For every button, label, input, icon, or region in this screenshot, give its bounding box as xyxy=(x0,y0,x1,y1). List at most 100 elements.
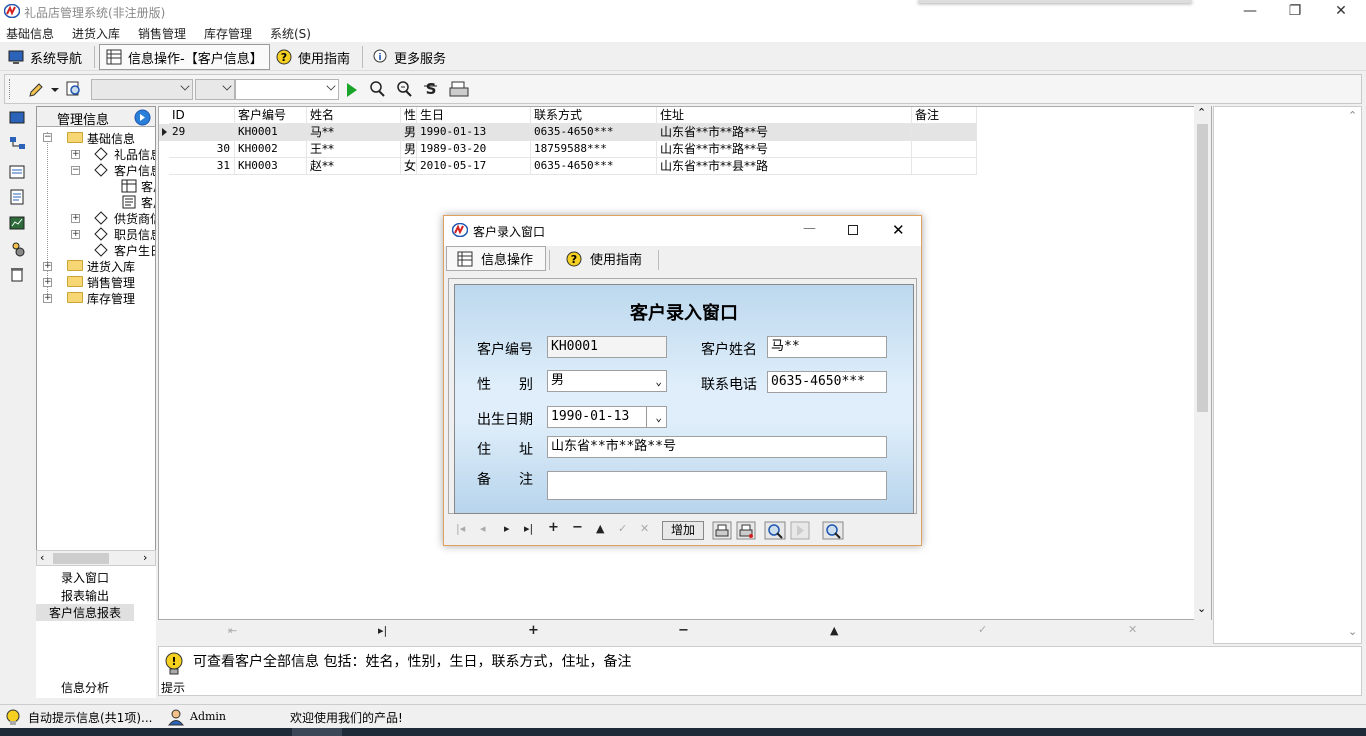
taskbar-item[interactable] xyxy=(292,728,342,736)
tree-node-sales[interactable]: 销售管理 xyxy=(87,274,135,291)
tree-expand-toggle[interactable]: + xyxy=(43,262,52,271)
cell-name[interactable]: 王** xyxy=(307,141,401,158)
code-field[interactable]: KH0001 xyxy=(547,336,667,358)
post-record-icon[interactable]: ✓ xyxy=(978,623,987,636)
cell-birthday[interactable]: 2010-05-17 xyxy=(417,158,531,175)
cell-id[interactable]: 31 xyxy=(169,158,235,175)
dialog-maximize-button[interactable] xyxy=(848,225,858,235)
edit-record-icon[interactable]: ▲ xyxy=(596,522,604,535)
name-field[interactable]: 马** xyxy=(767,336,887,358)
tree-node-basic-info[interactable]: 基础信息 xyxy=(87,130,135,147)
tree-expand-toggle[interactable]: + xyxy=(43,278,52,287)
tree-node-staff[interactable]: 职员信息 xyxy=(114,226,155,243)
add-button[interactable]: 增加 xyxy=(662,521,704,540)
chart-icon[interactable] xyxy=(9,215,25,231)
gender-select[interactable]: 男 ⌄ xyxy=(547,370,667,392)
cell-name[interactable]: 赵** xyxy=(307,158,401,175)
scroll-up-icon[interactable]: ⌃ xyxy=(1197,106,1206,119)
scroll-down-icon[interactable]: ⌄ xyxy=(1197,602,1206,615)
prior-record-icon[interactable]: ◂ xyxy=(480,522,486,535)
cell-note[interactable] xyxy=(912,158,977,175)
column-header-gender[interactable]: 性 xyxy=(401,107,417,124)
tree-node-gift-info[interactable]: 礼品信息 xyxy=(114,146,155,163)
dialog-close-button[interactable]: ✕ xyxy=(892,221,905,239)
next-record-icon[interactable]: ▸ xyxy=(504,522,510,535)
list-item-customer-report[interactable]: 客户信息报表 xyxy=(36,604,134,621)
add-record-icon[interactable]: + xyxy=(548,520,559,535)
scroll-up-icon[interactable]: ⌃ xyxy=(1348,109,1357,122)
delete-record-icon[interactable]: − xyxy=(678,623,689,638)
column-header-contact[interactable]: 联系方式 xyxy=(531,107,657,124)
field-select[interactable] xyxy=(91,79,193,100)
operator-select[interactable] xyxy=(195,79,235,100)
tree-horizontal-scrollbar[interactable]: ‹ › xyxy=(36,550,156,566)
printer-icon[interactable] xyxy=(449,79,471,99)
menu-basic-info[interactable]: 基础信息 xyxy=(6,25,54,42)
cell-gender[interactable]: 女 xyxy=(401,158,417,175)
post-record-icon[interactable]: ✓ xyxy=(618,522,627,535)
cell-code[interactable]: KH0003 xyxy=(235,158,307,175)
cell-id[interactable]: 29 xyxy=(169,124,235,141)
cell-code[interactable]: KH0002 xyxy=(235,141,307,158)
cell-contact[interactable]: 18759588*** xyxy=(531,141,657,158)
cell-address[interactable]: 山东省**市**县**路 xyxy=(657,158,912,175)
column-header-birthday[interactable]: 生日 xyxy=(417,107,531,124)
dropdown-arrow-icon[interactable] xyxy=(51,88,59,92)
find-all-icon[interactable] xyxy=(394,79,414,99)
cell-name[interactable]: 马** xyxy=(307,124,401,141)
add-record-icon[interactable]: + xyxy=(528,623,539,638)
tab-info-op[interactable]: 信息操作 xyxy=(446,246,546,271)
note-textarea[interactable] xyxy=(547,471,887,500)
document-icon[interactable] xyxy=(9,189,25,205)
column-header-address[interactable]: 住址 xyxy=(657,107,912,124)
zoom-icon[interactable] xyxy=(822,521,844,540)
cell-note[interactable] xyxy=(912,141,977,158)
scroll-left-icon[interactable]: ‹ xyxy=(40,551,44,564)
scroll-down-icon[interactable]: ⌄ xyxy=(1348,625,1357,638)
menu-purchase[interactable]: 进货入库 xyxy=(72,25,120,42)
edit-record-icon[interactable]: ▲ xyxy=(830,624,838,637)
tree-node-inventory[interactable]: 库存管理 xyxy=(87,290,135,307)
scroll-right-icon[interactable]: › xyxy=(143,551,147,564)
last-record-icon[interactable]: ▸| xyxy=(524,522,533,535)
tree-expand-toggle[interactable]: + xyxy=(71,214,80,223)
tab-guide[interactable]: ? 使用指南 xyxy=(556,246,652,271)
info-analysis-label[interactable]: 信息分析 xyxy=(36,679,134,696)
column-header-name[interactable]: 姓名 xyxy=(307,107,401,124)
screen-icon[interactable] xyxy=(9,110,25,126)
tree-collapse-toggle[interactable]: − xyxy=(43,133,52,142)
delete-record-icon[interactable]: − xyxy=(572,520,583,535)
settings-people-icon[interactable] xyxy=(9,240,27,258)
list-icon[interactable] xyxy=(9,164,25,180)
scroll-thumb[interactable] xyxy=(53,553,109,564)
restore-button[interactable]: ❐ xyxy=(1272,0,1318,23)
search-icon[interactable] xyxy=(764,521,786,540)
tree-node-customer-info[interactable]: 客户信息 xyxy=(114,162,155,179)
column-header-note[interactable]: 备注 xyxy=(912,107,977,124)
cell-gender[interactable]: 男 xyxy=(401,141,417,158)
tree-expand-toggle[interactable]: + xyxy=(71,150,80,159)
tree-node-customer-report[interactable]: 客户信息报表 xyxy=(141,194,155,211)
tree-node-customer-entry[interactable]: 客户信息录入 xyxy=(141,178,155,195)
grid-vertical-scrollbar[interactable]: ⌃ ⌄ xyxy=(1194,106,1211,620)
first-record-icon[interactable]: |◂ xyxy=(456,522,465,535)
column-header-id[interactable]: ID xyxy=(169,107,235,124)
tree-structure-icon[interactable] xyxy=(9,136,27,154)
first-record-icon[interactable]: ⇤ xyxy=(228,624,237,637)
find-person-icon[interactable] xyxy=(367,79,387,99)
cell-contact[interactable]: 0635-4650*** xyxy=(531,158,657,175)
pencil-icon[interactable] xyxy=(27,81,45,99)
menu-inventory[interactable]: 库存管理 xyxy=(204,25,252,42)
cell-address[interactable]: 山东省**市**路**号 xyxy=(657,124,912,141)
close-button[interactable]: ✕ xyxy=(1318,0,1364,23)
cell-code[interactable]: KH0001 xyxy=(235,124,307,141)
auto-hint-text[interactable]: 自动提示信息(共1项)... xyxy=(28,709,152,726)
info-op-button[interactable]: 信息操作-【客户信息】 xyxy=(99,44,270,70)
tree-expand-toggle[interactable]: + xyxy=(43,294,52,303)
birth-datepicker[interactable]: 1990-01-13 ⌄ xyxy=(547,406,667,428)
tree-expand-toggle[interactable]: + xyxy=(71,230,80,239)
cell-contact[interactable]: 0635-4650*** xyxy=(531,124,657,141)
printer-icon[interactable] xyxy=(712,521,732,540)
more-services-button[interactable]: i 更多服务 xyxy=(366,44,452,70)
list-item-entry-window[interactable]: 录入窗口 xyxy=(36,569,134,586)
